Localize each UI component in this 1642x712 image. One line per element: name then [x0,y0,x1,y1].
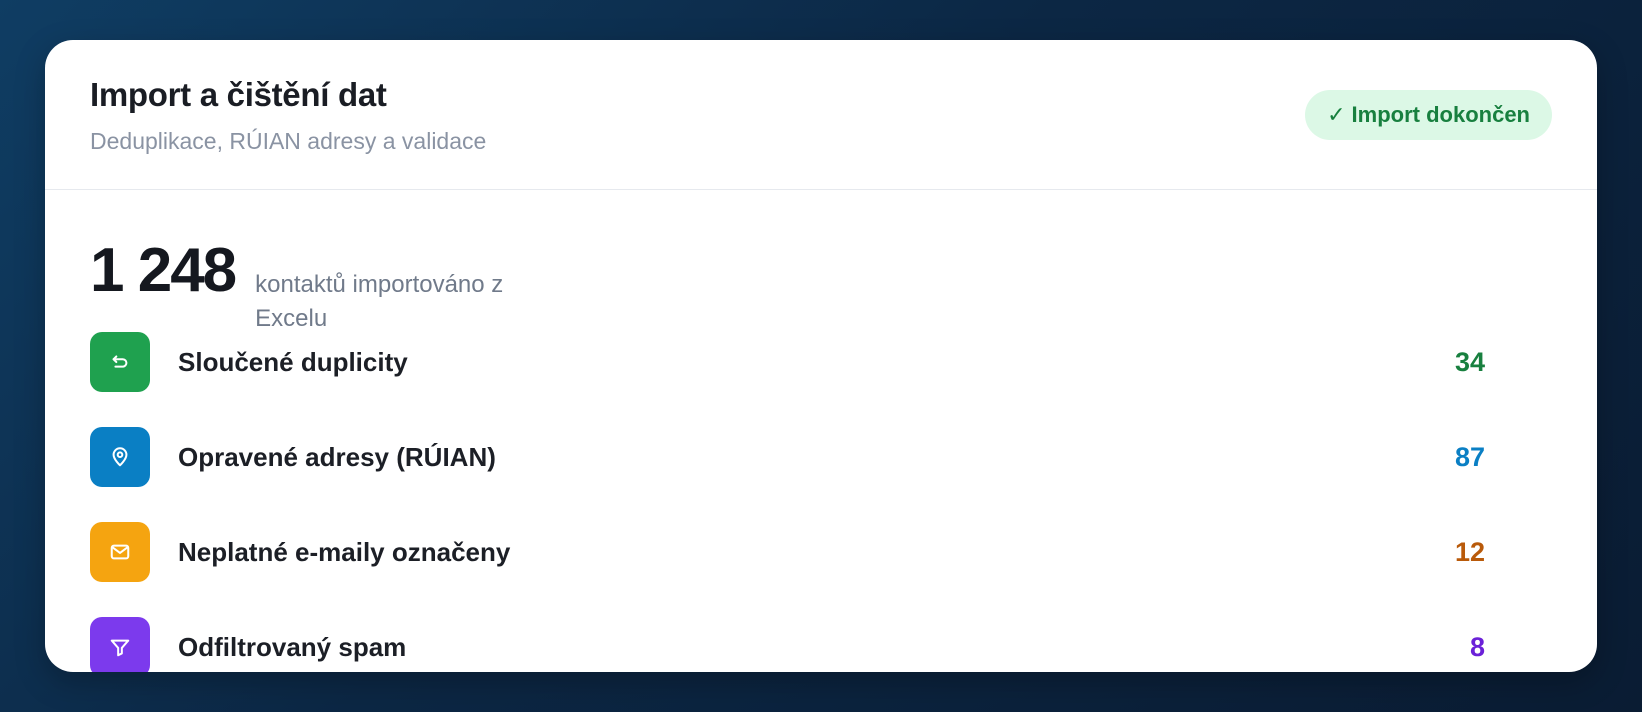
stat-value: 12 [1454,536,1485,567]
map-pin-icon [90,427,150,487]
stat-value: 34 [1454,346,1485,377]
status-badge: ✓ Import dokončen [1305,90,1552,140]
import-summary: 1 248 kontaktů importováno z Excelu [90,236,555,336]
page-title: Import a čištění dat [90,76,387,113]
stat-row-duplicates: Sloučené duplicity 34 [90,332,1485,392]
status-badge-label: Import dokončen [1351,102,1530,127]
stats-list: Sloučené duplicity 34 Opravené adresy (R… [90,332,1485,672]
stat-row-addresses: Opravené adresy (RÚIAN) 87 [90,427,1485,487]
stat-row-emails: Neplatné e-maily označeny 12 [90,522,1485,582]
page-subtitle: Deduplikace, RÚIAN adresy a validace [90,128,487,154]
stat-value: 8 [1469,631,1485,662]
stat-label: Odfiltrovaný spam [178,631,407,662]
check-icon: ✓ [1327,102,1346,127]
stat-label: Sloučené duplicity [178,346,408,377]
stat-row-spam: Odfiltrovaný spam 8 [90,617,1485,672]
card-header: Import a čištění dat Deduplikace, RÚIAN … [45,40,1597,190]
imported-description: kontaktů importováno z Excelu [255,271,504,332]
imported-count: 1 248 [90,236,237,305]
filter-icon [90,617,150,672]
stat-value: 87 [1454,441,1485,472]
import-card: Import a čištění dat Deduplikace, RÚIAN … [45,40,1597,672]
stat-label: Neplatné e-maily označeny [178,536,511,567]
mail-icon [90,522,150,582]
stat-label: Opravené adresy (RÚIAN) [178,441,496,472]
merge-return-icon [90,332,150,392]
